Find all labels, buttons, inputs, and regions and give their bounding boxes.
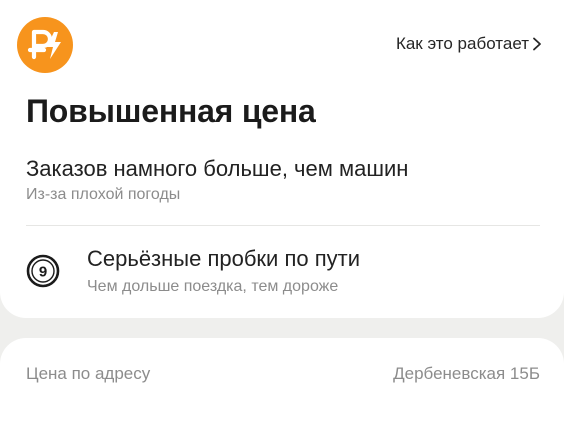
reason-demand-title: Заказов намного больше, чем машин: [26, 156, 409, 181]
reason-traffic-title: Серьёзные пробки по пути: [87, 246, 361, 271]
traffic-score-icon: 9: [26, 254, 60, 288]
svg-text:9: 9: [39, 264, 47, 281]
ruble-lightning-icon: [17, 17, 73, 73]
surge-info-card: Как это работает Повышенная цена Заказов…: [0, 0, 564, 318]
how-it-works-label: Как это работает: [395, 34, 529, 53]
reason-traffic-subtitle: Чем дольше поездка, тем дороже: [87, 278, 339, 295]
address-price-label: Цена по адресу: [26, 364, 151, 383]
divider: [26, 225, 540, 226]
how-it-works-link[interactable]: Как это работает: [396, 34, 542, 54]
chevron-right-icon: [533, 37, 541, 51]
surge-price-screen: Как это работает Повышенная цена Заказов…: [0, 0, 564, 423]
page-title: Повышенная цена: [26, 93, 316, 129]
reason-demand-subtitle: Из-за плохой погоды: [26, 186, 181, 203]
address-value: Дербеневская 15Б: [393, 364, 540, 383]
